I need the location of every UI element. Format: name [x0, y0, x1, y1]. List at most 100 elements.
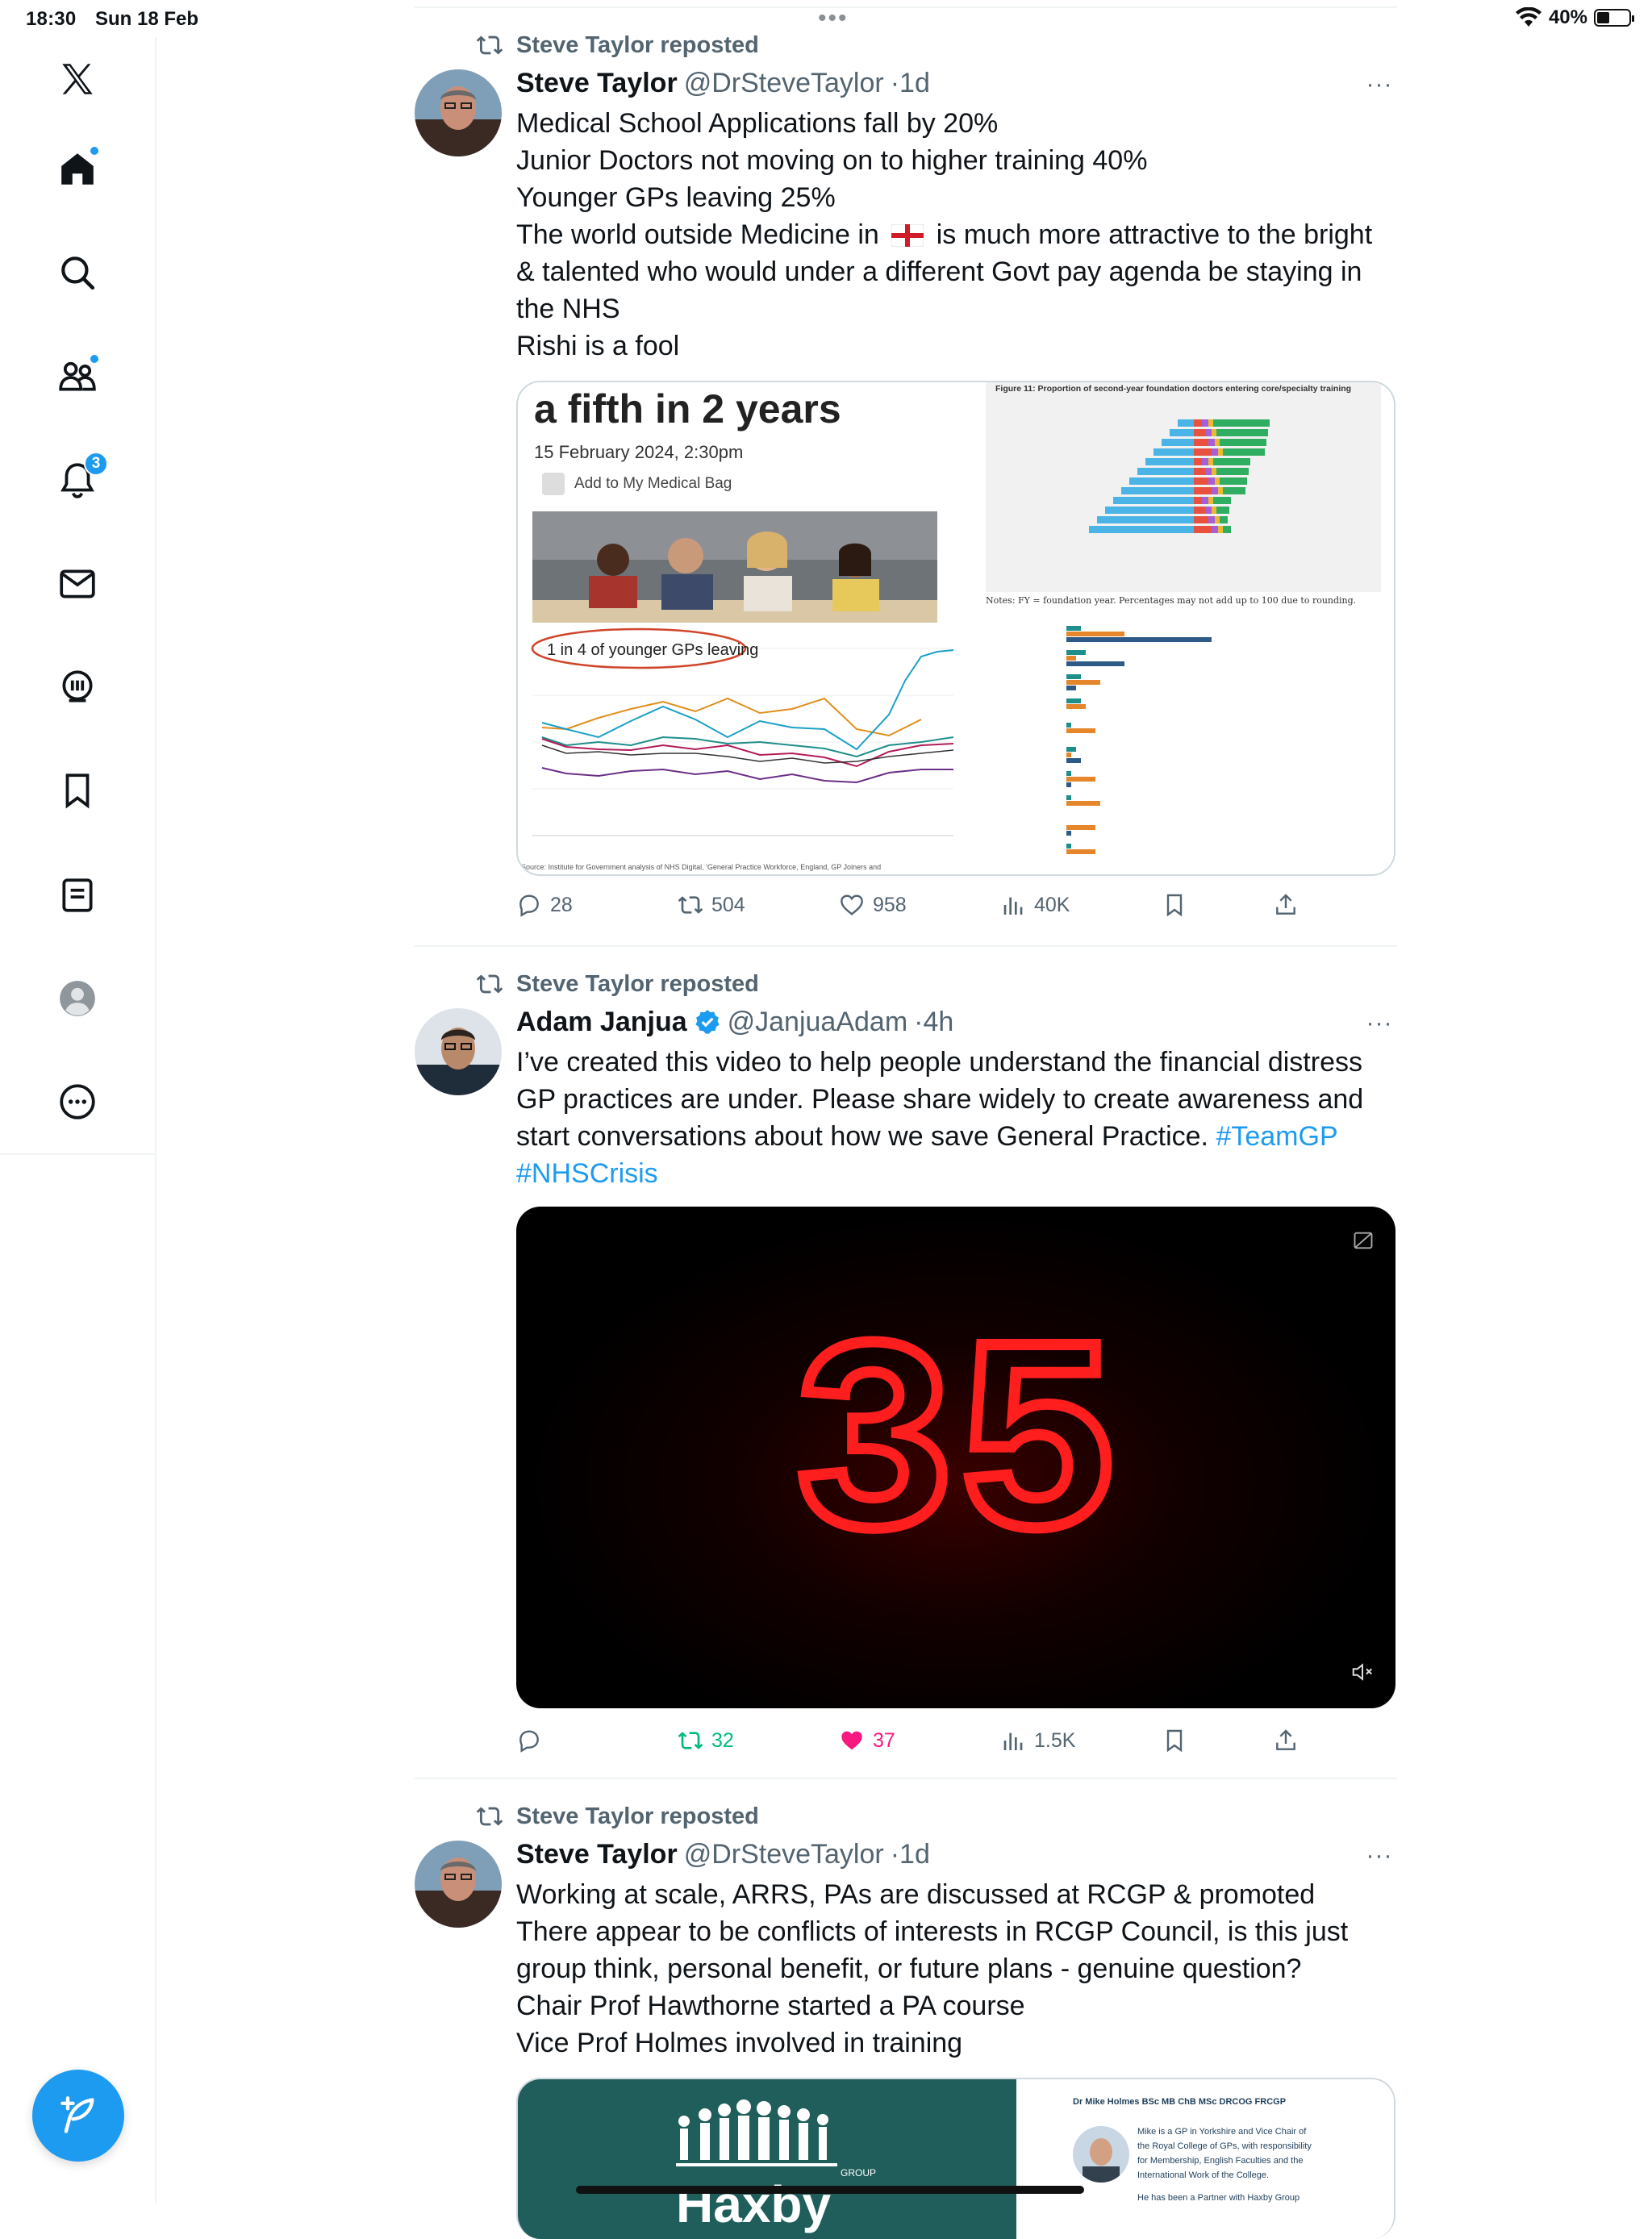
more-options-icon[interactable]: ··· [1362, 1842, 1397, 1869]
figure-bar [1218, 487, 1223, 494]
home-indicator[interactable] [576, 2186, 1084, 2194]
hashtag-link[interactable]: #TeamGP [1216, 1121, 1337, 1152]
figure-bar [1194, 429, 1205, 436]
tweet-text: I’ve created this video to help people u… [516, 1044, 1395, 1192]
author-handle[interactable]: @DrSteveTaylor [684, 1839, 884, 1870]
tweet-2[interactable]: Steve Taylor reposted Adam Janjua @Janju… [415, 947, 1397, 1778]
repost-count: 504 [711, 893, 745, 916]
compose-button[interactable] [32, 2070, 124, 2162]
tweet-image[interactable]: GROUP Haxby Dr Mike Holmes BSc MB ChB MS… [516, 2078, 1395, 2239]
share-button[interactable] [1273, 1723, 1299, 1758]
figure-bar [1194, 477, 1208, 485]
author-name[interactable]: Steve Taylor [516, 1839, 678, 1870]
destination-bar [1066, 626, 1081, 631]
avatar[interactable] [415, 1008, 502, 1095]
profile-icon[interactable] [44, 965, 111, 1032]
tweet-text: Working at scale, ARRS, PAs are discusse… [516, 1876, 1395, 2062]
england-flag-icon [891, 223, 924, 248]
communities-icon[interactable] [44, 342, 111, 410]
x-logo-icon[interactable] [44, 45, 111, 113]
more-options-icon[interactable]: ··· [1362, 1010, 1397, 1036]
more-options-icon[interactable]: ··· [1362, 71, 1397, 98]
notifications-icon[interactable]: 3 [44, 447, 111, 515]
figure-bar [1215, 516, 1220, 523]
figure-bar [1208, 497, 1213, 504]
repost-small-icon [476, 35, 503, 55]
share-button[interactable] [1273, 887, 1299, 923]
bookmarks-icon[interactable] [44, 757, 111, 824]
content-warning-icon[interactable] [1352, 1229, 1375, 1252]
image-source-caption: Source: Institute for Government analysi… [521, 863, 882, 871]
destination-chart [1026, 621, 1365, 871]
avatar[interactable] [415, 1841, 502, 1928]
repost-icon [678, 896, 703, 914]
author-name[interactable]: Steve Taylor [516, 68, 678, 99]
tweet-line-part: The world outside Medicine in [516, 219, 879, 250]
messages-icon[interactable] [44, 550, 111, 618]
figure-notes: Notes: FY = foundation year. Percentages… [986, 595, 1357, 606]
figure-bar [1121, 487, 1194, 494]
views-button[interactable]: 1.5K [1000, 1723, 1075, 1758]
figure-bar [1194, 419, 1202, 427]
author-handle[interactable]: @DrSteveTaylor [684, 68, 884, 99]
search-icon[interactable] [44, 239, 111, 306]
share-icon [1276, 894, 1295, 915]
destination-bar [1066, 753, 1071, 757]
grok-icon[interactable] [44, 653, 111, 721]
home-icon[interactable] [44, 136, 111, 203]
author-handle[interactable]: @JanjuaAdam [728, 1007, 908, 1038]
tweet-line: Chair Prof Hawthorne started a PA course [516, 1991, 1025, 2021]
tweet-line: The world outside Medicine in is much mo… [516, 216, 1395, 253]
bio-line: for Membership, English Faculties and th… [1137, 2156, 1304, 2166]
mute-icon[interactable] [1350, 1660, 1375, 1684]
more-icon[interactable] [44, 1068, 111, 1136]
repost-indicator: Steve Taylor reposted [476, 29, 759, 61]
destination-bar [1066, 661, 1124, 666]
reply-button[interactable] [516, 1723, 550, 1758]
figure-bar [1194, 487, 1212, 494]
repost-button[interactable]: 504 [678, 887, 745, 923]
tweet-image[interactable]: a fifth in 2 years 15 February 2024, 2:3… [516, 381, 1395, 876]
figure-bar [1213, 419, 1270, 427]
compose-icon [60, 2096, 94, 2133]
figure-bar [1216, 468, 1249, 475]
repost-button[interactable]: 32 [678, 1723, 734, 1758]
bookmark-button[interactable] [1162, 887, 1187, 923]
views-button[interactable]: 40K [1000, 887, 1070, 923]
hashtag-link[interactable]: #NHSCrisis [516, 1155, 1395, 1192]
destination-bar [1066, 831, 1071, 836]
figure-bar [1145, 458, 1194, 465]
tweet-time[interactable]: ·1d [891, 68, 930, 99]
haxby-logo-panel: GROUP Haxby [518, 2079, 1016, 2239]
destination-bar [1066, 782, 1071, 787]
view-count: 40K [1034, 893, 1070, 916]
figure-bar [1220, 516, 1228, 523]
bio-line: the Royal College of GPs, with responsib… [1137, 2141, 1312, 2151]
figure-11-chart: Figure 11: Proportion of second-year fou… [986, 382, 1381, 592]
reply-button[interactable]: 28 [516, 887, 573, 923]
tweet-line: Junior Doctors not moving on to higher t… [516, 145, 1148, 176]
video-player[interactable]: 35 [516, 1207, 1395, 1708]
figure-bar [1212, 429, 1216, 436]
figure-bar [1213, 458, 1250, 465]
tweet-1[interactable]: Steve Taylor reposted Steve Taylor @DrSt… [415, 0, 1397, 945]
figure-bar [1208, 419, 1213, 427]
tweet-time[interactable]: ·4h [914, 1007, 953, 1038]
tweet-3[interactable]: Steve Taylor reposted Steve Taylor @DrSt… [415, 1779, 1397, 2239]
figure-bar [1212, 507, 1216, 514]
tweet-time[interactable]: ·1d [891, 1839, 930, 1870]
bookmark-button[interactable] [1162, 1723, 1187, 1758]
like-button[interactable]: 37 [839, 1723, 895, 1758]
figure-bar [1220, 477, 1247, 485]
bio-line: He has been a Partner with Haxby Group [1137, 2193, 1300, 2203]
like-button[interactable]: 958 [839, 887, 907, 923]
tweet-line: Working at scale, ARRS, PAs are discusse… [516, 1879, 1316, 1910]
author-name[interactable]: Adam Janjua [516, 1007, 687, 1038]
avatar[interactable] [415, 69, 502, 156]
lists-icon[interactable] [44, 861, 111, 929]
figure-bar [1194, 468, 1205, 475]
share-icon [1276, 1729, 1295, 1750]
figure-bar [1223, 487, 1245, 494]
repost-label: Steve Taylor reposted [516, 1803, 759, 1829]
tweet-header: Steve Taylor @DrSteveTaylor ·1d [516, 65, 930, 102]
